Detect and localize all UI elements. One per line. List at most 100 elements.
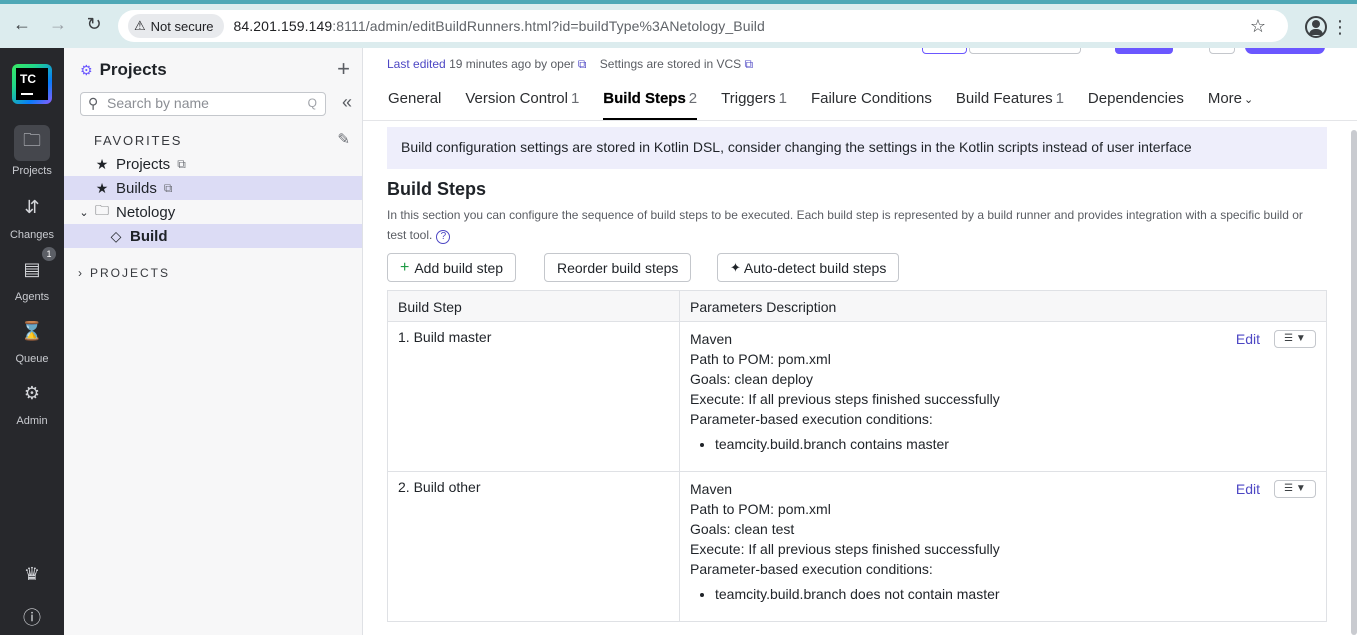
projects-section[interactable]: › PROJECTS [78,266,170,280]
agents-badge: 1 [42,247,56,261]
add-build-step-button[interactable]: + Add build step [387,253,517,282]
external-link-icon[interactable]: ⧉ [578,57,587,71]
list-icon: ☰ [1284,483,1294,494]
tab-label: Build Features [955,90,1053,107]
tree-build[interactable]: ◇ Build [64,224,362,248]
magic-wand-icon: ✦ [730,259,741,275]
chevron-down-icon: ▼ [1295,483,1306,494]
tree-build-label: Build [130,227,168,245]
add-build-step-label: Add build step [414,259,504,276]
url-host: 84.201.159.149 [233,18,333,34]
goals: Goals: clean test [690,521,795,537]
external-link-icon[interactable]: ⧉ [164,181,173,196]
pom-path: Path to POM: pom.xml [690,501,831,517]
conditions-label: Parameter-based execution conditions: [690,561,933,577]
build-steps-table: Build Step Parameters Description 1. Bui… [387,290,1327,622]
step-name[interactable]: 1. Build master [387,321,680,472]
favorite-builds[interactable]: ★ Builds ⧉ [64,176,362,200]
tab-triggers[interactable]: Triggers 1 [721,90,787,112]
projects-sidebar: ⚙ Projects + ⚲ Search by name Q « FAVORI… [64,48,363,635]
help-icon[interactable]: ? [436,230,451,244]
auto-detect-label: Auto-detect build steps [743,259,887,276]
column-parameters: Parameters Description [679,290,1327,322]
step-name[interactable]: 2. Build other [387,471,680,622]
last-edited-link[interactable]: Last edited [387,57,446,71]
column-build-step: Build Step [387,290,680,322]
run-button[interactable] [1115,48,1173,54]
back-icon[interactable]: ← [4,6,40,42]
project-search-input[interactable]: ⚲ Search by name Q [80,92,326,116]
tab-label: Version Control [465,90,568,107]
collapse-sidebar-icon[interactable]: « [342,92,352,113]
tab-failure-conditions[interactable]: Failure Conditions [811,90,932,112]
rail-agents[interactable]: ▤ 1 Agents [0,247,64,303]
last-edited-user: oper [550,57,575,71]
security-chip[interactable]: ⚠ Not secure [128,14,224,38]
external-link-icon[interactable]: ⧉ [745,57,754,71]
auto-detect-button[interactable]: ✦ Auto-detect build steps [717,253,900,282]
table-row[interactable]: 2. Build other Maven Path to POM: pom.xm… [387,471,1327,622]
projects-section-label: PROJECTS [90,266,171,280]
chevron-right-icon: › [78,266,84,280]
rail-admin[interactable]: ⚙ Admin [0,375,64,428]
edit-link[interactable]: Edit [1236,329,1260,349]
favorite-projects-label: Projects [116,155,171,173]
rail-projects[interactable]: 🗀 Projects [0,125,64,177]
reload-icon[interactable]: ↻ [76,6,112,42]
condition-item: teamcity.build.branch does not contain m… [715,584,1316,604]
projects-gear-icon[interactable]: ⚙ [80,62,93,79]
bookmark-star-icon[interactable]: ☆ [1250,16,1266,37]
browser-menu-icon[interactable]: ⋮ [1331,16,1349,38]
tab-version-control[interactable]: Version Control 1 [465,90,579,112]
header-toggle[interactable] [922,48,967,54]
add-project-icon[interactable]: + [337,56,350,82]
row-menu-button[interactable]: ☰ ▼ [1274,330,1316,348]
hourglass-icon: ⌛ [20,320,44,341]
table-header: Build Step Parameters Description [387,290,1327,322]
address-bar[interactable]: ⚠ Not secure 84.201.159.149:8111/admin/e… [118,10,1288,42]
reorder-label: Reorder build steps [557,259,679,276]
favorites-heading: FAVORITES [94,133,183,148]
rail-queue[interactable]: ⌛ Queue [0,313,64,366]
chevron-down-icon: ⌄ [1244,94,1254,106]
whats-new-icon[interactable]: ♛ [0,564,64,585]
header-select[interactable] [969,48,1081,54]
tab-dependencies[interactable]: Dependencies [1088,90,1184,112]
help-icon[interactable]: ⓘ [0,604,64,630]
forward-icon[interactable]: → [40,6,76,42]
header-action-button[interactable] [1245,48,1325,54]
tab-build-features[interactable]: Build Features 1 [956,90,1064,112]
tab-label: General [388,90,442,107]
tree-netology-label: Netology [116,203,176,221]
star-icon: ★ [95,155,109,172]
tab-build-steps[interactable]: Build Steps 2 [603,90,697,120]
reorder-build-steps-button[interactable]: Reorder build steps [544,253,692,282]
security-label: Not secure [150,18,214,34]
sidebar-title: ⚙ Projects [80,60,167,80]
condition-item: teamcity.build.branch contains master [715,434,1316,454]
tab-label: Failure Conditions [810,90,932,107]
folder-icon: 🗀 [95,202,109,218]
rail-changes[interactable]: ⇵ Changes [0,189,64,242]
browser-toolbar: ← → ↻ ⚠ Not secure 84.201.159.149:8111/a… [0,0,1357,48]
profile-icon[interactable] [1305,16,1327,38]
table-row[interactable]: 1. Build master Maven Path to POM: pom.x… [387,321,1327,472]
rail-changes-label: Changes [9,229,55,241]
edit-favorites-icon[interactable]: ✎ [337,130,350,148]
tabs-divider [363,120,1357,121]
external-link-icon[interactable]: ⧉ [177,157,186,172]
teamcity-logo[interactable]: TC [12,64,52,104]
row-actions: Edit ☰ ▼ [1236,329,1316,349]
plus-icon: + [400,258,410,276]
tree-netology[interactable]: ⌄ 🗀 Netology [64,200,362,224]
main-scrollbar[interactable] [1351,130,1357,635]
folder-icon: 🗀 [14,125,50,161]
favorite-projects[interactable]: ★ Projects ⧉ [64,152,362,176]
chevron-down-icon[interactable]: ⌄ [76,206,92,219]
row-menu-button[interactable]: ☰ ▼ [1274,480,1316,498]
tab-general[interactable]: General [388,90,441,112]
header-more-button[interactable] [1209,48,1235,54]
edit-link[interactable]: Edit [1236,479,1260,499]
tab-more[interactable]: More ⌄ [1208,90,1253,112]
search-icon: ⚲ [88,95,99,111]
